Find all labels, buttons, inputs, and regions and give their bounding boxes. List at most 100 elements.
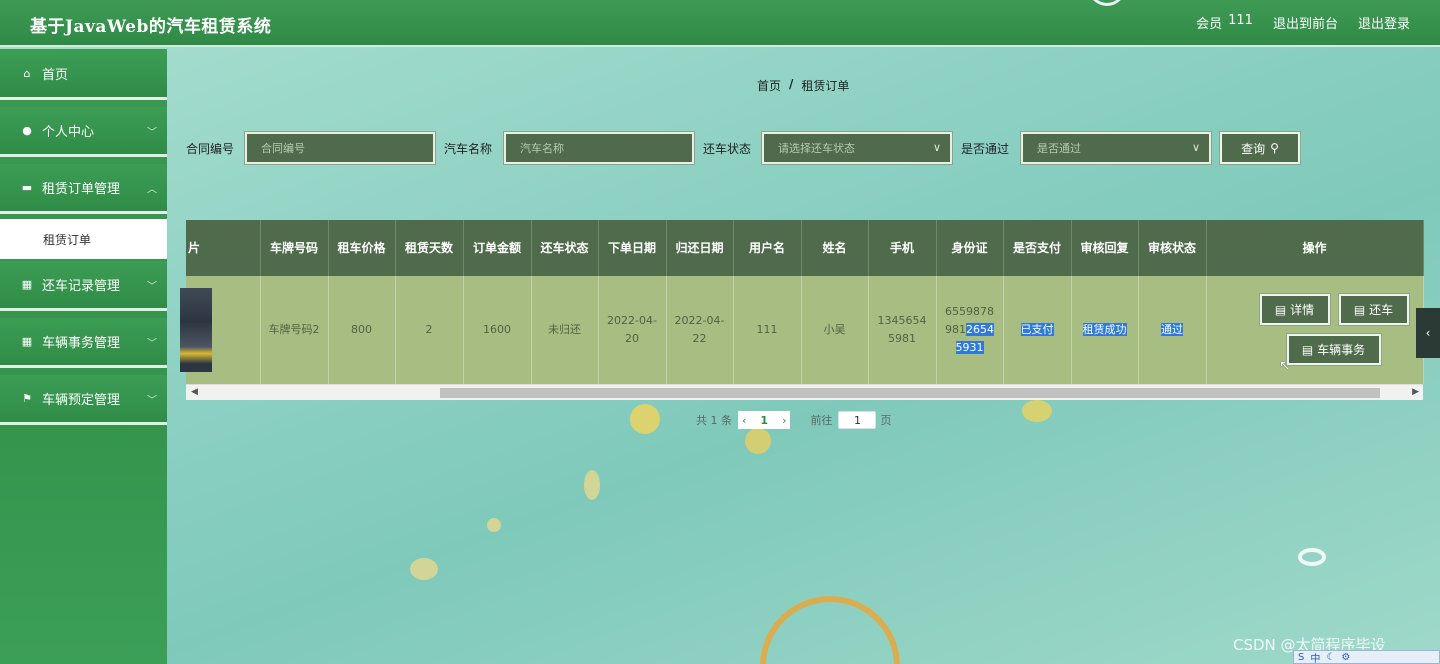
col-header-return-date: 归还日期: [666, 220, 734, 276]
affairs-icon: ▤: [1301, 342, 1314, 357]
sidebar-item-label: 个人中心: [42, 125, 95, 140]
col-header-plate: 车牌号码: [260, 220, 329, 276]
page-nav: ‹ 1 ›: [738, 411, 791, 429]
return-status-placeholder: 请选择还车状态: [778, 142, 855, 155]
order-icon: ▬: [21, 181, 33, 194]
col-header-review-status: 审核状态: [1138, 220, 1207, 276]
sidebar-item-personal-center[interactable]: ● 个人中心 ﹀: [0, 107, 167, 157]
table-row: 车牌号码2 800 2 1600 未归还 2022-04-20 2022-04-…: [180, 276, 1424, 384]
petal-decoration: [410, 558, 438, 580]
total-suffix: 条: [721, 414, 732, 427]
vehicle-affairs-button[interactable]: ▤ 车辆事务: [1285, 333, 1382, 366]
member-label: 会员: [1196, 17, 1223, 32]
page-number[interactable]: 1: [760, 414, 768, 427]
user-icon: ●: [22, 124, 32, 137]
col-header-actions: 操作: [1206, 220, 1424, 276]
col-header-phone: 手机: [868, 220, 937, 276]
sidebar-item-vehicle-affairs[interactable]: ▦ 车辆事务管理 ﹀: [0, 318, 167, 368]
col-header-return-status: 还车状态: [531, 220, 599, 276]
sidebar-item-home[interactable]: ⌂ 首页: [0, 50, 167, 100]
contract-input[interactable]: 合同编号: [244, 131, 436, 165]
chevron-down-icon: ﹀: [147, 338, 157, 349]
total-count: 1: [710, 413, 718, 427]
ime-icon: S: [1298, 651, 1305, 663]
pagination: 共 1 条 ‹ 1 › 前往 1 页: [696, 410, 891, 430]
col-header-id-card: 身份证: [936, 220, 1004, 276]
chevron-down-icon: ﹀: [147, 395, 157, 406]
submenu-item-rental-order[interactable]: 租赁订单: [0, 219, 167, 259]
sidebar: ⌂ 首页 ● 个人中心 ﹀ ▬ 租赁订单管理 ︿ 租赁订单 ▦ 还车记录管理 ﹀…: [0, 49, 167, 664]
scroll-left-icon[interactable]: ◀: [191, 387, 198, 397]
cell-price: 800: [328, 276, 396, 384]
col-header-amount: 订单金额: [463, 220, 532, 276]
horizontal-scrollbar[interactable]: ◀ ▶: [186, 384, 1423, 400]
col-header-paid: 是否支付: [1003, 220, 1072, 276]
col-header-name: 姓名: [801, 220, 869, 276]
col-header-price: 租车价格: [328, 220, 396, 276]
car-photo[interactable]: [180, 288, 212, 372]
scrollbar-thumb[interactable]: [440, 388, 1380, 398]
return-car-button[interactable]: ▤ 还车: [1337, 293, 1410, 326]
grid-icon: ▦: [21, 335, 33, 348]
sidebar-item-label: 还车记录管理: [42, 279, 121, 294]
back-to-front-link[interactable]: 退出到前台: [1273, 13, 1338, 32]
chevron-down-icon: ﹀: [147, 127, 157, 138]
review-status-value: 通过: [1161, 323, 1183, 336]
app-title: 基于JavaWeb的汽车租赁系统: [30, 17, 272, 37]
submenu-item-label: 租赁订单: [43, 232, 92, 247]
cell-username: 111: [733, 276, 802, 384]
sidebar-item-rental-orders[interactable]: ▬ 租赁订单管理 ︿: [0, 164, 167, 214]
breadcrumb: 首页 / 租赁订单: [757, 77, 849, 94]
pass-label: 是否通过: [961, 142, 1010, 156]
col-header-order-date: 下单日期: [598, 220, 667, 276]
car-name-input[interactable]: 汽车名称: [503, 131, 695, 165]
col-header-username: 用户名: [733, 220, 802, 276]
ime-toolbar: S 中 ☾ ⚙: [1293, 650, 1440, 664]
cell-order-date: 2022-04-20: [598, 276, 667, 384]
flower-decoration: [630, 404, 660, 434]
detail-icon: ▤: [1274, 302, 1287, 317]
review-reply-value: 租赁成功: [1082, 323, 1127, 336]
chevron-down-icon: ﹀: [147, 281, 157, 292]
breadcrumb-home[interactable]: 首页: [757, 77, 781, 94]
sidebar-item-return-records[interactable]: ▦ 还车记录管理 ﹀: [0, 261, 167, 311]
car-name-label: 汽车名称: [444, 142, 493, 156]
grid-icon: ▦: [21, 278, 33, 291]
goto-page-input[interactable]: 1: [838, 411, 877, 429]
member-name: 111: [1228, 13, 1253, 28]
petal-decoration: [487, 518, 501, 532]
wheat-decoration: [760, 596, 900, 664]
scroll-right-icon[interactable]: ▶: [1412, 387, 1419, 397]
detail-button-label: 详情: [1290, 302, 1315, 317]
detail-button[interactable]: ▤ 详情: [1258, 293, 1331, 326]
cell-name: 小吴: [801, 276, 869, 384]
return-status-select[interactable]: 请选择还车状态 ∨: [761, 131, 953, 165]
ime-chinese-icon: 中: [1310, 653, 1321, 664]
search-icon: ⚲: [1270, 141, 1279, 155]
page-suffix: 页: [880, 414, 892, 427]
cell-review-reply: 租赁成功: [1071, 276, 1139, 384]
next-page-icon[interactable]: ›: [782, 414, 786, 427]
query-button-label: 查询: [1241, 141, 1266, 156]
cell-amount: 1600: [463, 276, 532, 384]
cell-actions: ▤ 详情 ▤ 还车 ▤ 车辆事务: [1206, 276, 1424, 384]
collapse-panel-tab[interactable]: ‹: [1416, 308, 1440, 358]
query-button[interactable]: 查询 ⚲: [1219, 131, 1301, 165]
cell-return-status: 未归还: [531, 276, 599, 384]
sidebar-item-vehicle-booking[interactable]: ⚑ 车辆预定管理 ﹀: [0, 375, 167, 425]
table-header-row: 片 车牌号码 租车价格 租赁天数 订单金额 还车状态 下单日期 归还日期 用户名…: [186, 220, 1424, 276]
cell-paid: 已支付: [1003, 276, 1072, 384]
cell-photo: [180, 276, 261, 384]
vehicle-affairs-button-label: 车辆事务: [1317, 342, 1366, 357]
member-info: 会员 111: [1196, 13, 1253, 32]
orders-table: 片 车牌号码 租车价格 租赁天数 订单金额 还车状态 下单日期 归还日期 用户名…: [180, 220, 1424, 400]
mouse-cursor: ↖: [1279, 358, 1291, 374]
chevron-down-icon: ∨: [1191, 141, 1200, 154]
logout-link[interactable]: 退出登录: [1358, 13, 1410, 32]
chevron-up-icon: ︿: [147, 184, 157, 195]
pass-select[interactable]: 是否通过 ∨: [1020, 131, 1212, 165]
pass-placeholder: 是否通过: [1037, 142, 1081, 155]
prev-page-icon[interactable]: ‹: [742, 414, 746, 427]
goto-label: 前往: [810, 414, 833, 427]
chevron-down-icon: ∨: [932, 141, 941, 154]
